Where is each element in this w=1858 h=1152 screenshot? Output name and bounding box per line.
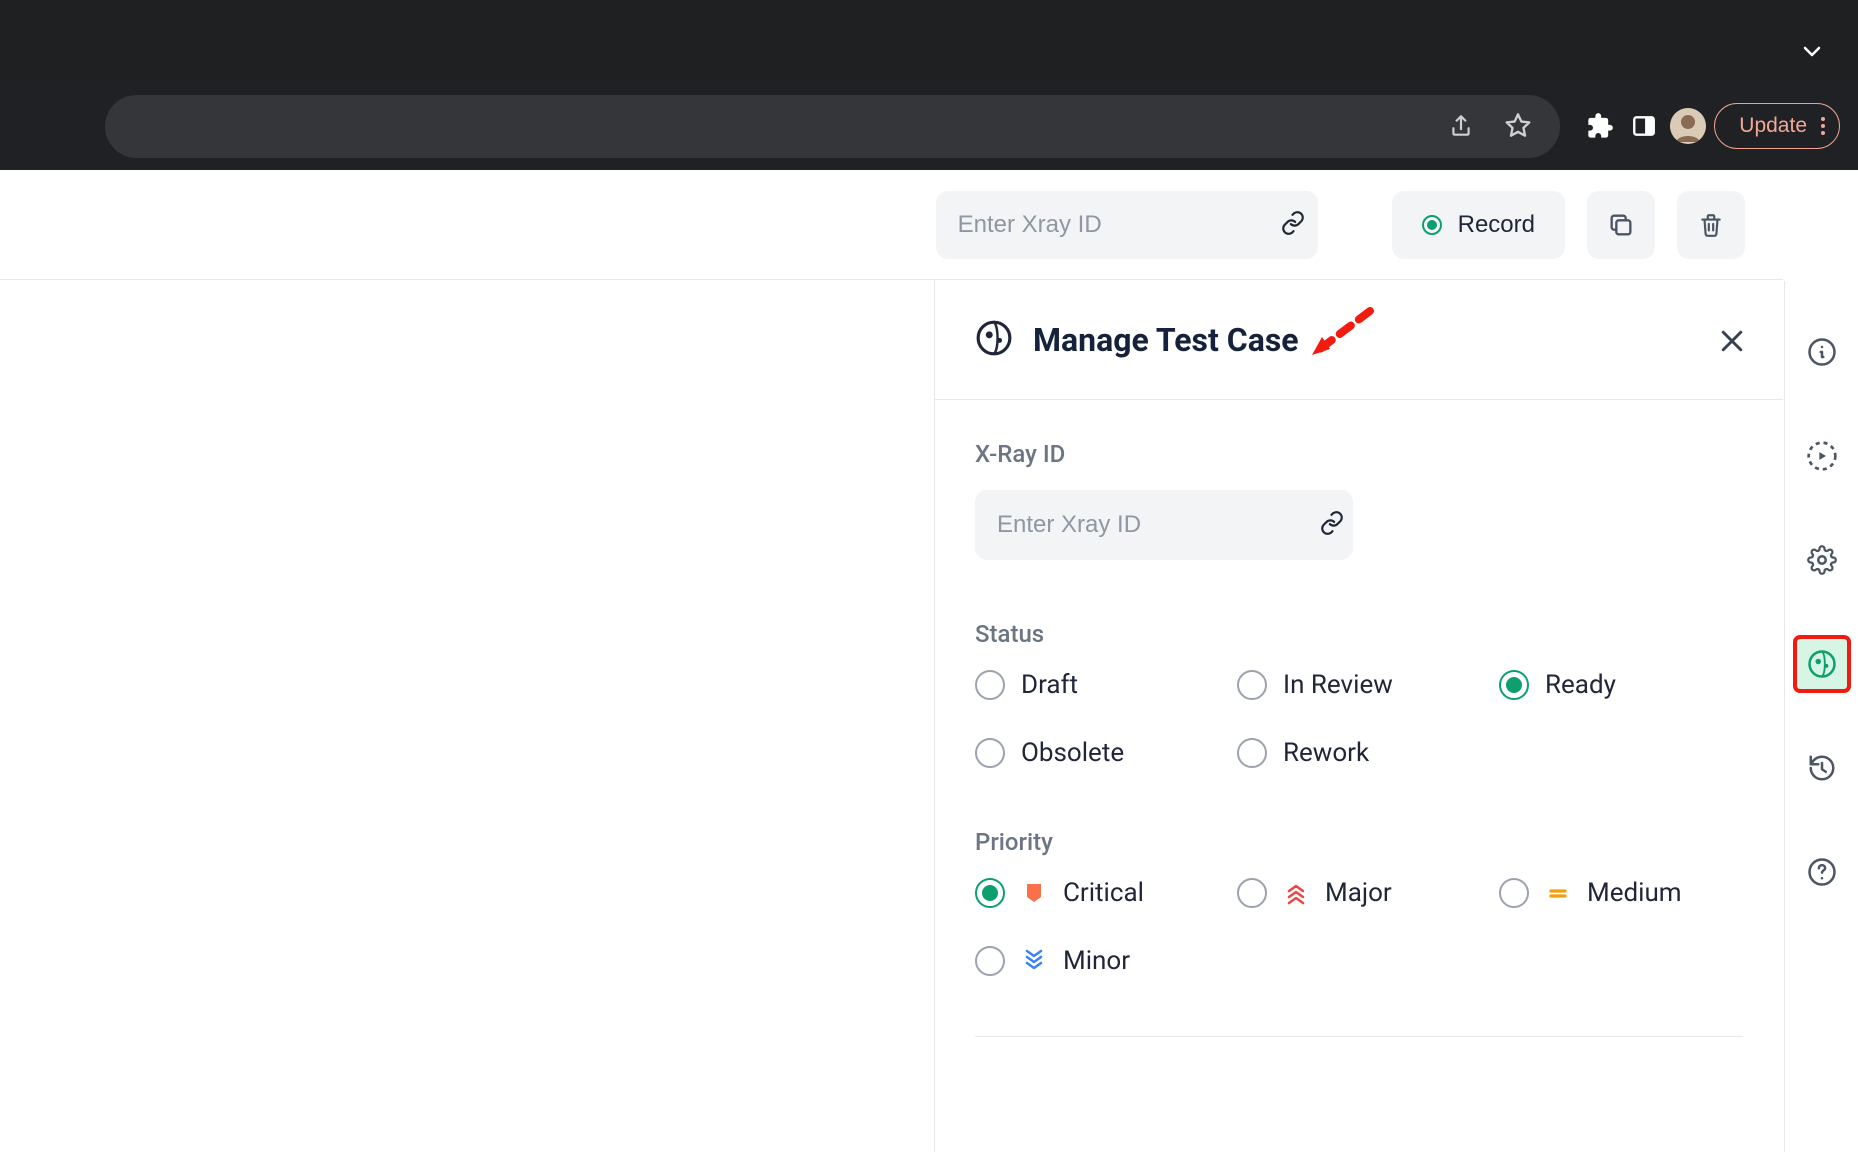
browser-tabstrip	[0, 0, 1858, 82]
radio-label: Medium	[1587, 878, 1682, 908]
chevron-down-icon[interactable]	[1800, 40, 1824, 68]
status-option-rework[interactable]: Rework	[1237, 738, 1481, 768]
update-label: Update	[1739, 114, 1807, 138]
extensions-icon[interactable]	[1582, 108, 1618, 144]
radio-icon	[975, 738, 1005, 768]
rail-help[interactable]	[1796, 846, 1848, 898]
radio-label: In Review	[1283, 670, 1393, 700]
record-label: Record	[1458, 211, 1535, 239]
status-option-draft[interactable]: Draft	[975, 670, 1219, 700]
radio-label: Ready	[1545, 670, 1616, 700]
xray-id-panel-field[interactable]	[997, 511, 1307, 539]
rail-info[interactable]	[1796, 326, 1848, 378]
radio-icon	[1499, 670, 1529, 700]
radio-label: Major	[1325, 878, 1392, 908]
radio-label: Obsolete	[1021, 738, 1124, 768]
rail-history[interactable]	[1796, 742, 1848, 794]
priority-option-minor[interactable]: Minor	[975, 946, 1219, 976]
status-option-in-review[interactable]: In Review	[1237, 670, 1481, 700]
link-icon	[1280, 210, 1306, 240]
status-label: Status	[975, 620, 1743, 648]
radio-icon	[1499, 878, 1529, 908]
rail-run[interactable]	[1796, 430, 1848, 482]
chrome-update-button[interactable]: Update	[1714, 103, 1840, 149]
priority-major-icon	[1283, 880, 1309, 906]
app-toolbar: Record	[0, 170, 1783, 280]
more-menu-icon[interactable]	[1821, 117, 1825, 135]
radio-icon	[975, 878, 1005, 908]
priority-option-major[interactable]: Major	[1237, 878, 1481, 908]
divider	[975, 1036, 1743, 1037]
left-content-area	[0, 280, 935, 1152]
radio-label: Draft	[1021, 670, 1078, 700]
close-icon[interactable]	[1717, 326, 1747, 360]
radio-icon	[975, 670, 1005, 700]
browser-toolbar: Update	[0, 82, 1858, 170]
copy-button[interactable]	[1587, 191, 1655, 259]
xray-id-input-toolbar[interactable]	[936, 191, 1318, 259]
profile-avatar[interactable]	[1670, 108, 1706, 144]
share-icon[interactable]	[1448, 113, 1474, 139]
priority-critical-icon	[1021, 880, 1047, 906]
xray-id-input-panel[interactable]	[975, 490, 1353, 560]
radio-icon	[1237, 738, 1267, 768]
priority-option-medium[interactable]: Medium	[1499, 878, 1743, 908]
rail-settings[interactable]	[1796, 534, 1848, 586]
record-icon	[1422, 215, 1442, 235]
record-button[interactable]: Record	[1392, 191, 1565, 259]
rail-xray[interactable]	[1796, 638, 1848, 690]
link-icon	[1319, 510, 1345, 540]
priority-medium-icon	[1545, 880, 1571, 906]
priority-minor-icon	[1021, 948, 1047, 974]
delete-button[interactable]	[1677, 191, 1745, 259]
radio-icon	[1237, 878, 1267, 908]
radio-icon	[975, 946, 1005, 976]
star-icon[interactable]	[1504, 112, 1532, 140]
priority-label: Priority	[975, 828, 1743, 856]
status-option-ready[interactable]: Ready	[1499, 670, 1743, 700]
radio-icon	[1237, 670, 1267, 700]
radio-label: Critical	[1063, 878, 1144, 908]
browser-omnibox[interactable]	[105, 95, 1560, 158]
xray-id-field[interactable]	[958, 211, 1268, 239]
side-panel-icon[interactable]	[1626, 108, 1662, 144]
status-option-obsolete[interactable]: Obsolete	[975, 738, 1219, 768]
right-rail	[1784, 281, 1858, 1152]
radio-label: Minor	[1063, 946, 1130, 976]
xray-id-label: X-Ray ID	[975, 440, 1743, 468]
priority-option-critical[interactable]: Critical	[975, 878, 1219, 908]
manage-test-case-panel: Manage Test Case X-Ray ID Status Draft	[935, 280, 1783, 1152]
xray-logo-icon	[975, 319, 1013, 361]
radio-label: Rework	[1283, 738, 1369, 768]
panel-title: Manage Test Case	[1033, 321, 1299, 359]
